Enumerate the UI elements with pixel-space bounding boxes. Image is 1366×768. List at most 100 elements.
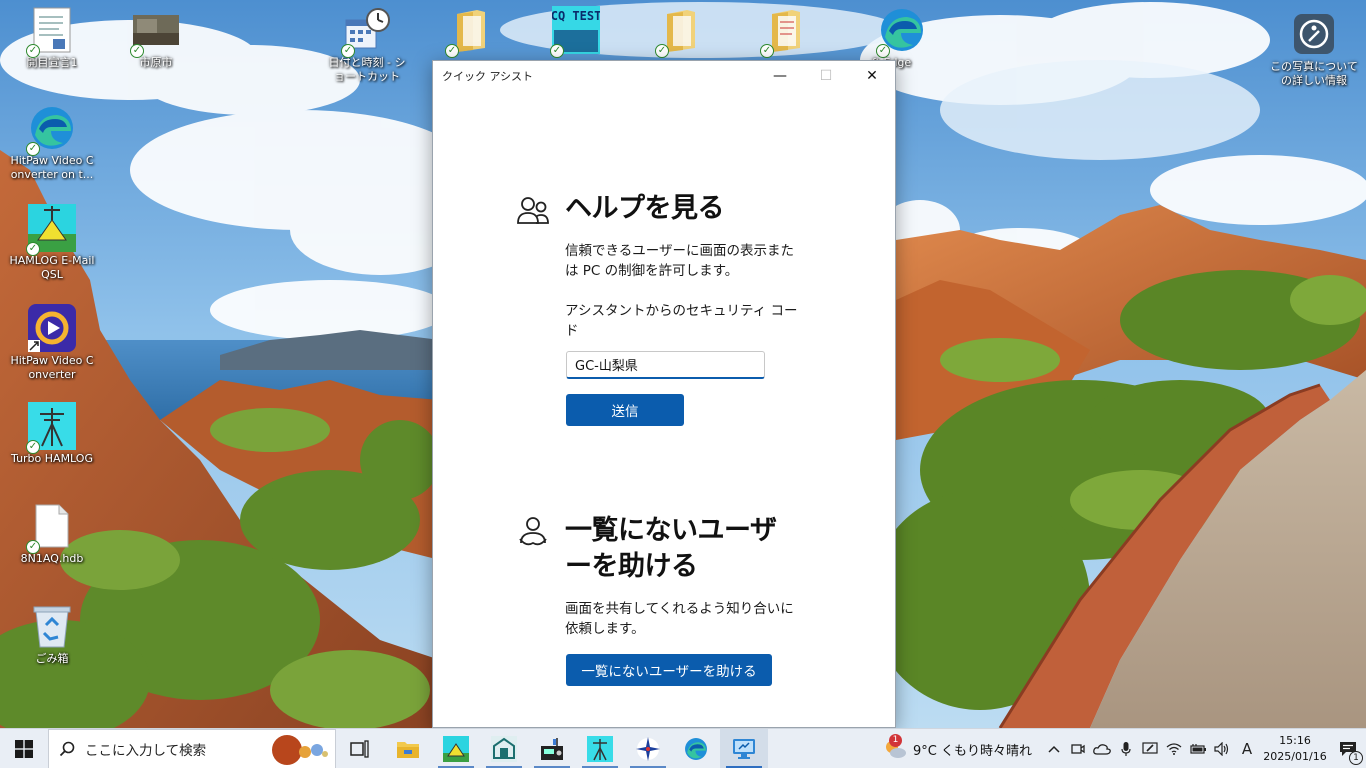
help-someone-heading-line1: 一覧にないユーザ <box>565 515 777 546</box>
desktop-icon-datetime[interactable]: ✓ 日付と時刻 - ショートカット <box>324 2 410 92</box>
desktop-icon-hdb-file[interactable]: ✓ 8N1AQ.hdb <box>9 498 95 588</box>
info-icon <box>1290 10 1338 58</box>
desktop-icon-doc[interactable]: ✓ 開目宣言1 <box>9 2 95 92</box>
sync-check-icon: ✓ <box>26 242 40 256</box>
search-icon <box>49 741 85 757</box>
weather-cloud-sun-icon: 1 <box>883 734 907 761</box>
desktop-icon-turbo-hamlog[interactable]: ✓ Turbo HAMLOG <box>9 398 95 488</box>
weather-text: 9°C くもり時々晴れ <box>913 743 1032 759</box>
start-button[interactable] <box>0 729 48 768</box>
desktop-icon-hamlog-email[interactable]: ✓ HAMLOG E-Mail QSL <box>9 200 95 290</box>
tray-volume[interactable] <box>1210 729 1234 768</box>
edge-icon <box>685 737 707 760</box>
desktop-icon-photo-info[interactable]: この写真についての詳しい情報 <box>1266 6 1362 96</box>
close-button[interactable]: ✕ <box>849 61 895 91</box>
compass-app-icon <box>636 736 660 761</box>
weather-widget[interactable]: 1 9°C くもり時々晴れ <box>883 734 1032 761</box>
taskbar-compass-app[interactable] <box>624 729 672 768</box>
desktop-icon-label: HAMLOG E-Mail QSL <box>9 254 95 281</box>
sync-check-icon: ✓ <box>26 142 40 156</box>
window-controls: — ☐ ✕ <box>757 61 895 91</box>
task-view-button[interactable] <box>336 729 384 768</box>
speaker-icon <box>1214 742 1229 756</box>
sync-check-icon: ✓ <box>550 44 564 58</box>
minimize-button[interactable]: — <box>757 61 803 91</box>
microphone-icon <box>1121 742 1131 756</box>
antenna-app-icon <box>587 735 613 762</box>
weather-badge: 1 <box>889 734 903 747</box>
task-view-icon <box>350 739 369 758</box>
folder-icon: ✓ <box>445 6 495 58</box>
help-someone-description-line2: 依頼します。 <box>565 621 645 637</box>
sync-check-icon: ✓ <box>876 44 890 58</box>
desktop-icon-hitpaw[interactable]: HitPaw Video Converter <box>9 300 95 390</box>
sync-check-icon: ✓ <box>26 440 40 454</box>
system-tray: 1 9°C くもり時々晴れ A 15:16 2025/01/16 1 <box>883 729 1366 768</box>
sync-check-icon: ✓ <box>341 44 355 58</box>
desktop-icon-label: この写真についての詳しい情報 <box>1270 60 1358 87</box>
radio-app-icon <box>541 737 563 760</box>
sync-check-icon: ✓ <box>655 44 669 58</box>
pen-monitor-icon <box>1142 742 1158 754</box>
taskbar-quick-assist[interactable] <box>720 728 768 768</box>
calendar-clock-icon: ✓ <box>341 6 391 58</box>
show-hidden-icons-button[interactable] <box>1042 729 1066 768</box>
desktop-icon-hitpaw-edge[interactable]: ✓ HitPaw Video Converter on t... <box>9 100 95 190</box>
taskbar-hamlog[interactable] <box>432 729 480 768</box>
tray-pen[interactable] <box>1138 729 1162 768</box>
quick-assist-window[interactable]: クイック アシスト — ☐ ✕ ヘルプを見る 信頼できるユーザーに画面の表示また… <box>432 60 896 728</box>
desktop-icon-label: HitPaw Video Converter <box>10 354 94 381</box>
window-titlebar[interactable]: クイック アシスト — ☐ ✕ <box>433 61 895 91</box>
security-code-label-line1: アシスタントからのセキュリティ コー <box>565 303 798 319</box>
help-someone-heading-line2: ーを助ける <box>565 551 698 582</box>
notification-center-button[interactable]: 1 <box>1330 729 1366 768</box>
help-someone-description-line1: 画面を共有してくれるよう知り合いに <box>565 601 794 617</box>
clock-time: 15:16 <box>1279 734 1311 747</box>
hamlog-email-icon: ✓ <box>26 204 76 256</box>
camera-icon <box>1071 744 1085 754</box>
hamlog-icon <box>443 735 469 762</box>
cq-test-art-line1: CQ TEST <box>552 9 600 23</box>
ham-app-icon <box>491 735 517 762</box>
ime-indicator[interactable]: A <box>1234 729 1260 768</box>
desktop-icon-label: HitPaw Video Converter on t... <box>10 154 94 181</box>
desktop-icon-label: 日付と時刻 - ショートカット <box>328 56 406 83</box>
get-help-heading: ヘルプを見る <box>565 193 725 224</box>
taskbar-search[interactable]: ここに入力して検索 <box>48 728 336 768</box>
desktop-icon-label: ごみ箱 <box>35 652 69 665</box>
file-explorer-icon <box>397 741 419 758</box>
taskbar-ham-app[interactable] <box>480 729 528 768</box>
tray-microphone[interactable] <box>1114 729 1138 768</box>
tray-wifi[interactable] <box>1162 729 1186 768</box>
folder-icon: ✓ <box>760 6 810 58</box>
taskbar-antenna-app[interactable] <box>576 729 624 768</box>
hitpaw-icon <box>28 304 76 352</box>
desktop-icon-photo[interactable]: ✓ 市原市 <box>113 2 199 92</box>
maximize-button[interactable]: ☐ <box>803 61 849 91</box>
cq-test-icon: CQ TEST ✓ <box>550 6 600 58</box>
desktop-icon-label: Turbo HAMLOG <box>11 452 93 465</box>
window-content: ヘルプを見る 信頼できるユーザーに画面の表示また は PC の制御を許可します。… <box>433 91 895 729</box>
file-icon: ✓ <box>26 502 76 554</box>
windows-logo-icon <box>15 739 33 758</box>
tray-camera[interactable] <box>1066 729 1090 768</box>
tray-battery[interactable] <box>1186 729 1210 768</box>
taskbar-radio-app[interactable] <box>528 729 576 768</box>
taskbar-clock[interactable]: 15:16 2025/01/16 <box>1260 733 1330 765</box>
tray-onedrive[interactable] <box>1090 729 1114 768</box>
notification-count: 1 <box>1349 751 1363 765</box>
submit-button[interactable]: 送信 <box>566 394 684 426</box>
people-icon <box>517 197 549 224</box>
wifi-icon <box>1166 743 1182 755</box>
clock-date: 2025/01/16 <box>1263 750 1327 763</box>
desktop-icon-recycle-bin[interactable]: ごみ箱 <box>9 598 95 688</box>
taskbar: ここに入力して検索 1 9°C くもり時々晴れ A 15:16 2025/01/… <box>0 728 1366 768</box>
taskbar-edge[interactable] <box>672 729 720 768</box>
help-someone-button[interactable]: 一覧にないユーザーを助ける <box>566 654 772 686</box>
desktop-icon-label: 開目宣言1 <box>26 56 78 69</box>
get-help-description-line1: 信頼できるユーザーに画面の表示また <box>565 243 794 259</box>
taskbar-file-explorer[interactable] <box>384 729 432 768</box>
security-code-input[interactable] <box>566 351 765 379</box>
cloud-icon <box>1093 744 1111 755</box>
sync-check-icon: ✓ <box>445 44 459 58</box>
